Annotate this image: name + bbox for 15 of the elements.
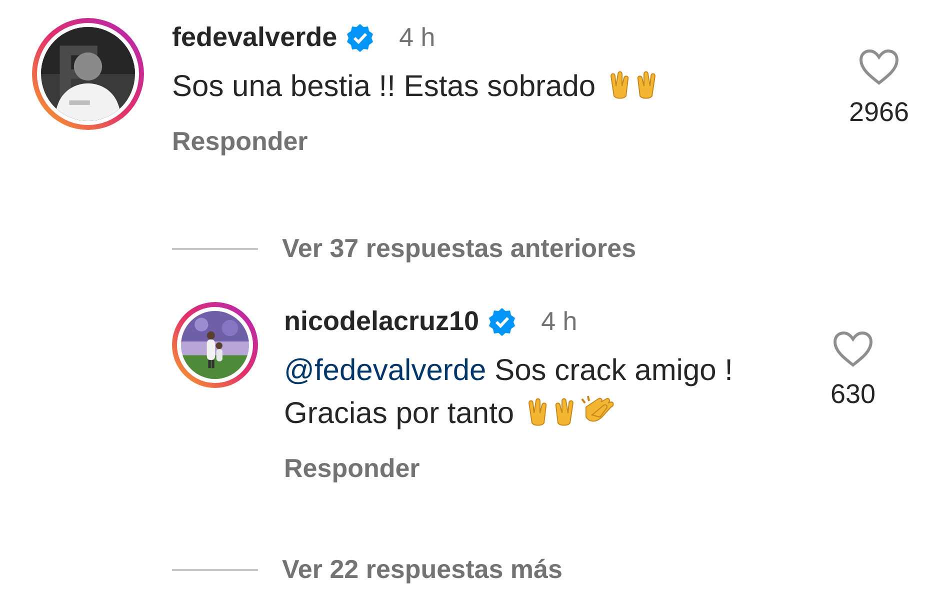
like-count: 2966 — [848, 96, 910, 129]
timestamp: 4 h — [541, 305, 578, 338]
reply-link[interactable]: Responder — [284, 449, 420, 488]
reply-link[interactable]: Responder — [172, 122, 308, 161]
comment-text: @fedevalverde Sos crack amigo ! Gracias por tanto — [284, 353, 734, 432]
username[interactable]: fedevalverde — [172, 21, 338, 54]
username[interactable]: nicodelacruz10 — [284, 305, 480, 338]
view-replies-link[interactable]: Ver 22 respuestas más — [282, 550, 562, 589]
like-count: 630 — [830, 378, 876, 411]
comment-text: Sos una bestia !! Estas sobrado — [172, 65, 824, 108]
view-replies-link[interactable]: Ver 37 respuestas anteriores — [282, 229, 636, 268]
mention-link[interactable]: @fedevalverde — [284, 354, 486, 387]
heart-icon[interactable] — [832, 330, 874, 368]
heart-icon[interactable] — [858, 48, 900, 86]
timestamp: 4 h — [399, 21, 436, 54]
